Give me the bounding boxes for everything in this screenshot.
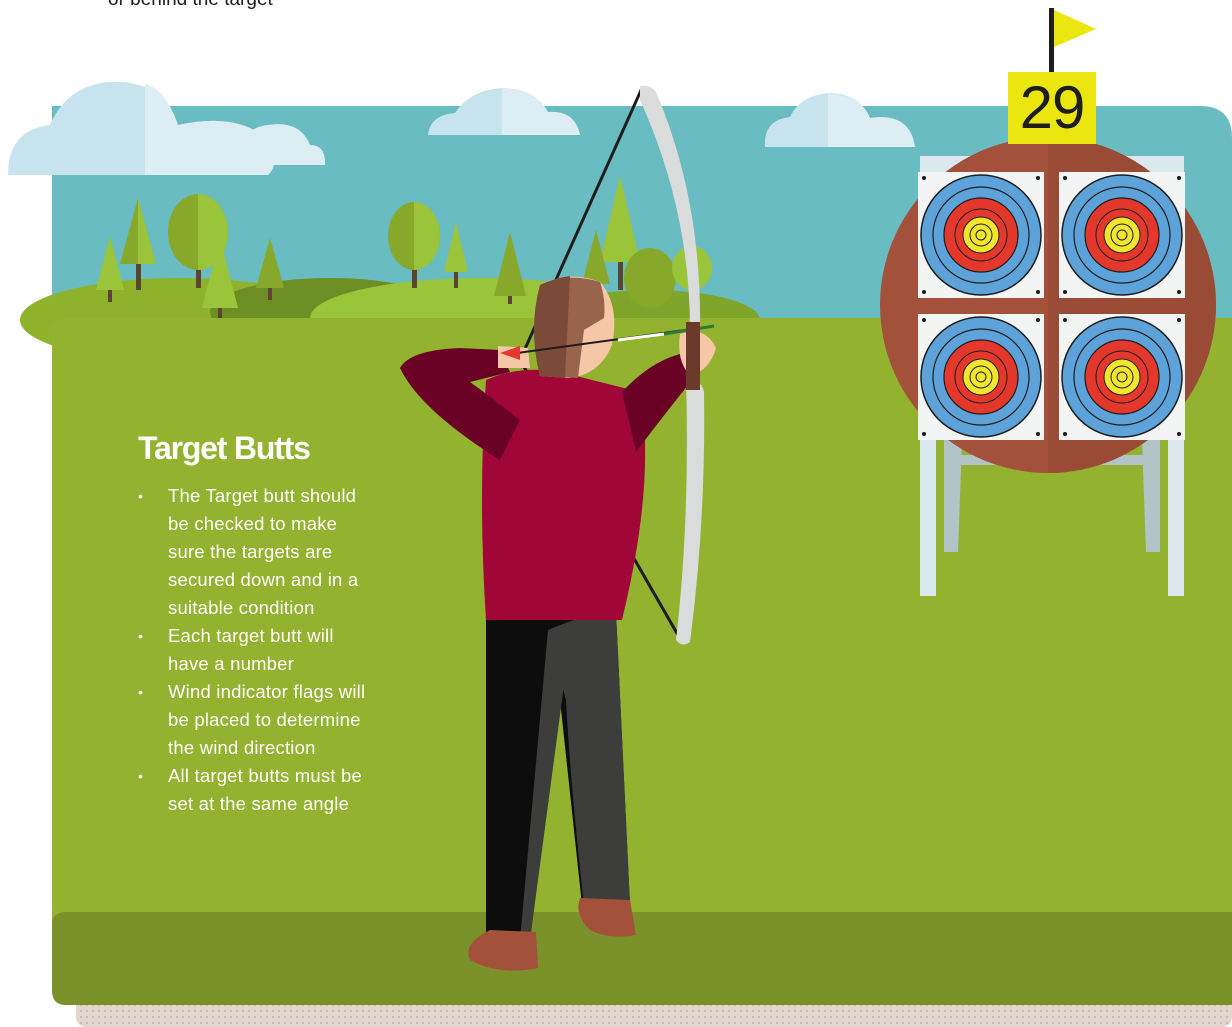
wind-flag-icon [1049,8,1096,74]
bullet-line: Each target butt will [168,625,334,646]
bullet-line: the wind direction [168,737,316,758]
bullet-icon: • [138,768,144,784]
target-face-icon [918,172,1044,298]
section-title: Target Butts [138,430,311,466]
bullet-line: suitable condition [168,597,315,618]
bullet-line: secured down and in a [168,569,359,590]
grass-foreground [52,912,1232,1005]
bullet-line: sure the targets are [168,541,333,562]
bullet-list: • The Target butt should be checked to m… [138,482,400,818]
bullet-item: • Wind indicator flags will be placed to… [138,678,400,762]
intro-line: or behind the target [108,0,273,14]
info-panel: Target Butts • The Target butt should be… [138,428,400,818]
bullet-line: All target butts must be [168,765,363,786]
target-number-label: 29 [1008,72,1096,144]
bullet-line: be placed to determine [168,709,361,730]
bullet-item: • All target butts must be set at the sa… [138,762,400,818]
target-face-icon [1059,172,1185,298]
bullet-line: The Target butt should [168,485,357,506]
intro-text: or behind the target [108,0,273,14]
bullet-line: be checked to make [168,513,338,534]
target-face-icon [918,314,1044,440]
bullet-item: • Each target butt will have a number [138,622,400,678]
bullet-line: have a number [168,653,295,674]
bullet-line: Wind indicator flags will [168,681,366,702]
target-face-icon [1059,314,1185,440]
bullet-item: • The Target butt should be checked to m… [138,482,400,622]
bullet-icon: • [138,684,144,700]
bullet-line: set at the same angle [168,793,350,814]
bullet-icon: • [138,488,144,504]
bullet-icon: • [138,628,144,644]
